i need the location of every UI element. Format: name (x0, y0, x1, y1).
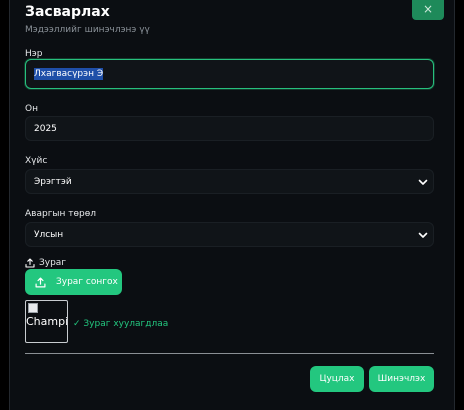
gender-select[interactable]: Эрэгтэй (25, 169, 434, 194)
gender-label: Хүйс (25, 156, 48, 166)
image-preview-alt: Champion (26, 315, 68, 328)
broken-image-icon (28, 303, 38, 313)
update-button[interactable]: Шинэчлэх (369, 366, 434, 392)
image-label: Зураг (25, 258, 66, 268)
upload-icon (25, 258, 35, 268)
image-label-text: Зураг (39, 258, 67, 268)
chevron-down-icon (418, 232, 428, 238)
choose-image-button-label: Зураг сонгох (56, 277, 118, 287)
cancel-button[interactable]: Цуцлах (310, 366, 364, 392)
modal-subtitle: Мэдээллийг шинэчлэнэ үү (25, 25, 150, 35)
name-label: Нэр (25, 49, 43, 59)
footer-divider (25, 353, 434, 354)
category-select[interactable]: Улсын (25, 222, 434, 247)
close-button[interactable]: × (412, 0, 444, 20)
category-select-value: Улсын (34, 229, 64, 240)
choose-image-button[interactable]: Зураг сонгох (25, 269, 122, 295)
name-input[interactable]: Лхагвасүрэн Э (25, 59, 434, 89)
upload-icon (35, 276, 46, 288)
name-input-value: Лхагвасүрэн Э (34, 68, 104, 80)
gender-select-value: Эрэгтэй (34, 176, 72, 187)
chevron-down-icon (418, 179, 428, 185)
modal-title: Засварлах (25, 4, 110, 20)
year-input-value: 2025 (34, 123, 57, 134)
category-label: Аваргын төрөл (25, 209, 96, 219)
image-preview: Champion (25, 300, 68, 343)
year-input[interactable]: 2025 (25, 116, 434, 141)
year-label: Он (25, 104, 38, 114)
upload-status: ✓ Зураг хуулагдлаа (73, 319, 169, 329)
